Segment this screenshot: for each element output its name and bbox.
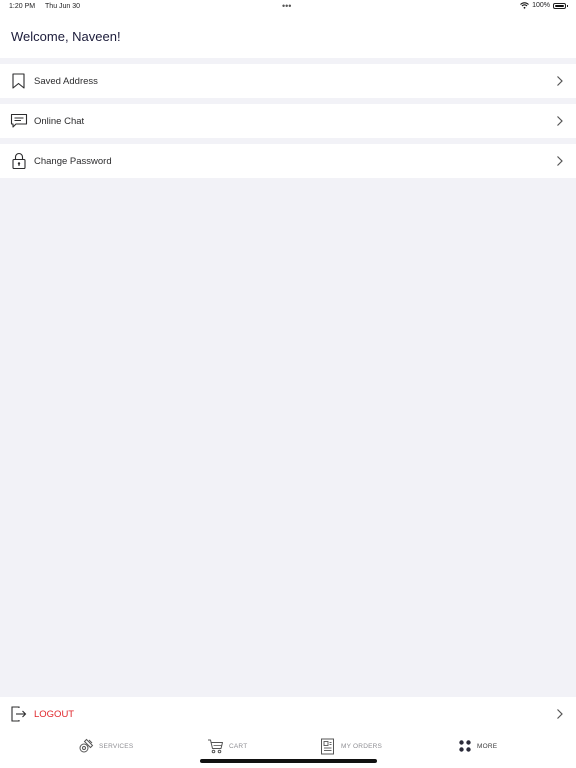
menu-item-label: Change Password [34, 156, 112, 167]
tab-label: MY ORDERS [341, 742, 383, 750]
logout-row[interactable]: LOGOUT [0, 697, 576, 731]
status-date: Thu Jun 30 [45, 3, 81, 10]
cart-icon [208, 739, 223, 754]
lock-icon [12, 152, 26, 170]
tab-label: MORE [477, 742, 498, 750]
more-icon [459, 740, 471, 752]
tab-label: SERVICES [99, 742, 134, 750]
menu-item-label: Saved Address [34, 76, 98, 87]
tab-more[interactable]: MORE [458, 736, 497, 756]
logout-label: LOGOUT [34, 709, 75, 720]
status-right: 100% [520, 2, 568, 9]
tab-label: CART [229, 742, 248, 750]
status-time: 1:20 PM [9, 3, 36, 10]
header: Welcome, Naveen! [0, 14, 576, 58]
chevron-right-icon [557, 76, 563, 86]
bookmark-icon [12, 73, 25, 89]
page-title: Welcome, Naveen! [11, 29, 121, 44]
status-bar: 1:20 PM Thu Jun 30 ••• 100% [0, 0, 576, 14]
multitasking-dots-icon[interactable]: ••• [282, 2, 291, 11]
status-left: 1:20 PM Thu Jun 30 [9, 3, 80, 10]
chevron-right-icon [557, 709, 563, 719]
battery-percent: 100% [532, 2, 550, 9]
tab-cart[interactable]: CART [207, 736, 247, 756]
wifi-icon [520, 2, 529, 9]
tab-my-orders[interactable]: MY ORDERS [320, 736, 382, 756]
menu-item-saved-address[interactable]: Saved Address [0, 64, 576, 98]
chat-icon [10, 113, 28, 128]
chevron-right-icon [557, 156, 563, 166]
menu-item-change-password[interactable]: Change Password [0, 144, 576, 178]
services-icon [79, 738, 94, 753]
logout-icon [11, 706, 27, 722]
chevron-right-icon [557, 116, 563, 126]
tab-services[interactable]: SERVICES [78, 736, 133, 756]
menu-item-online-chat[interactable]: Online Chat [0, 104, 576, 138]
orders-icon [321, 738, 334, 754]
home-indicator [200, 759, 377, 763]
battery-icon [553, 2, 568, 9]
menu-item-label: Online Chat [34, 116, 85, 127]
